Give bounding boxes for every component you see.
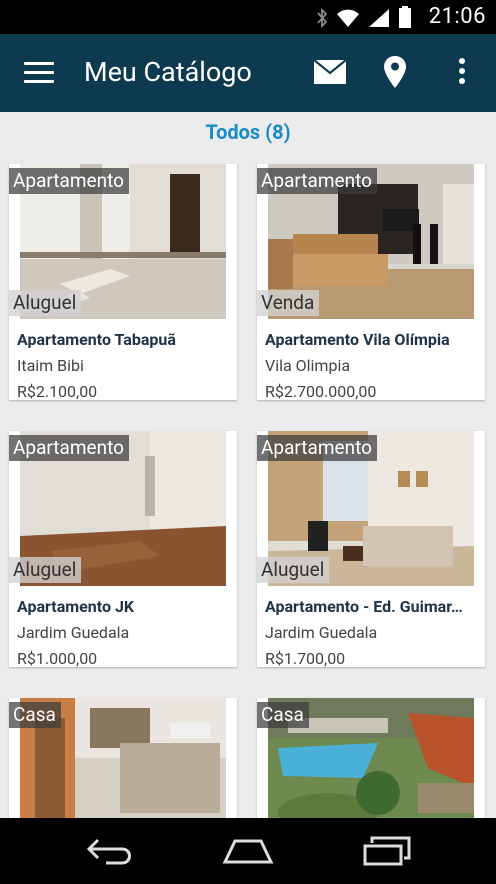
deal-tag: Venda bbox=[257, 290, 320, 316]
status-icons bbox=[316, 6, 412, 28]
listing-area: Vila Olimpia bbox=[265, 356, 351, 375]
category-tag: Apartamento bbox=[9, 168, 129, 194]
menu-icon[interactable] bbox=[24, 62, 54, 84]
listing-photo-area: Apartamento Aluguel bbox=[9, 431, 237, 586]
listing-card[interactable]: Apartamento Aluguel Apartamento - Ed. Gu… bbox=[257, 431, 485, 668]
deal-tag: Aluguel bbox=[9, 290, 82, 316]
listing-name: Apartamento Tabapuã bbox=[17, 330, 176, 349]
category-tag: Apartamento bbox=[257, 435, 377, 461]
category-tag: Apartamento bbox=[9, 435, 129, 461]
listing-name: Apartamento Vila Olímpia bbox=[265, 330, 450, 349]
recent-apps-icon[interactable] bbox=[362, 836, 412, 866]
category-tag: Apartamento bbox=[257, 168, 377, 194]
app-title: Meu Catálogo bbox=[84, 56, 252, 88]
deal-tag: Aluguel bbox=[9, 557, 82, 583]
listing-photo-area: Apartamento Venda bbox=[257, 164, 485, 319]
category-tag: Casa bbox=[9, 702, 61, 728]
overflow-menu-icon[interactable] bbox=[456, 58, 468, 88]
deal-tag: Aluguel bbox=[257, 557, 330, 583]
listing-area: Itaim Bibi bbox=[17, 356, 84, 375]
listing-price: R$1.700,00 bbox=[265, 649, 346, 668]
system-navigation-bar bbox=[0, 818, 496, 884]
listing-photo-area: Apartamento Aluguel bbox=[9, 164, 237, 319]
bluetooth-icon bbox=[317, 8, 328, 28]
battery-icon bbox=[399, 6, 411, 28]
listing-card[interactable]: Apartamento Aluguel Apartamento Tabapuã … bbox=[9, 164, 237, 401]
listing-card[interactable]: Casa bbox=[9, 698, 237, 853]
filter-label[interactable]: Todos (8) bbox=[0, 120, 496, 144]
category-tag: Casa bbox=[257, 702, 309, 728]
listing-card[interactable]: Casa bbox=[257, 698, 485, 853]
listing-price: R$2.100,00 bbox=[17, 382, 98, 401]
listing-price: R$1.000,00 bbox=[17, 649, 98, 668]
signal-icon bbox=[369, 9, 389, 27]
mail-icon[interactable] bbox=[314, 60, 346, 84]
listing-card[interactable]: Apartamento Aluguel Apartamento JK Jardi… bbox=[9, 431, 237, 668]
app-bar: Meu Catálogo bbox=[0, 34, 496, 112]
location-pin-icon[interactable] bbox=[384, 56, 406, 88]
listing-card[interactable]: Apartamento Venda Apartamento Vila Olímp… bbox=[257, 164, 485, 401]
listing-photo-area: Apartamento Aluguel bbox=[257, 431, 485, 586]
listing-area: Jardim Guedala bbox=[17, 623, 130, 642]
back-icon[interactable] bbox=[86, 836, 134, 866]
listing-name: Apartamento JK bbox=[17, 597, 135, 616]
status-time: 21:06 bbox=[428, 4, 486, 29]
listing-area: Jardim Guedala bbox=[265, 623, 378, 642]
home-icon[interactable] bbox=[222, 838, 274, 864]
listing-price: R$2.700.000,00 bbox=[265, 382, 377, 401]
wifi-icon bbox=[337, 9, 359, 27]
status-bar: 21:06 bbox=[0, 0, 496, 34]
listing-name: Apartamento - Ed. Guimar… bbox=[265, 597, 463, 616]
